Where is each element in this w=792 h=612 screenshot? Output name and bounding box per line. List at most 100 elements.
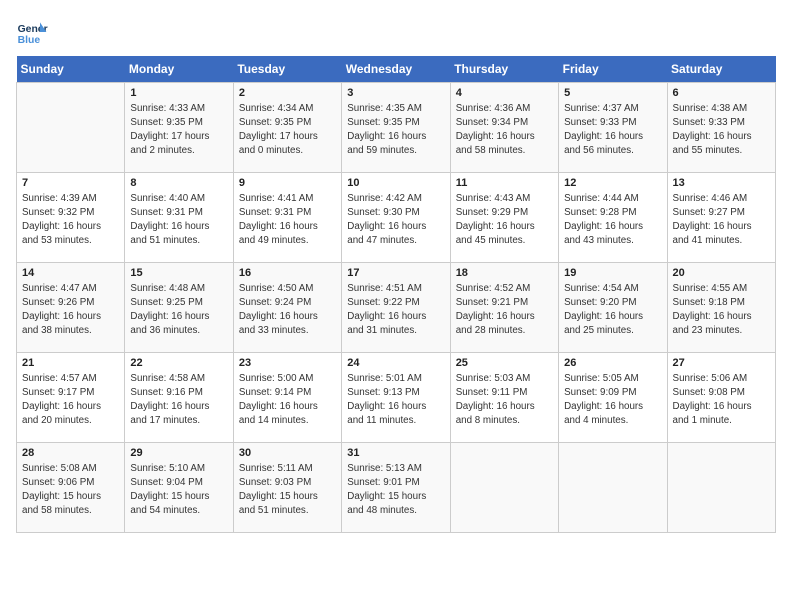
cell-content: 27Sunrise: 5:06 AMSunset: 9:08 PMDayligh…: [673, 357, 770, 427]
calendar-cell: 31Sunrise: 5:13 AMSunset: 9:01 PMDayligh…: [342, 443, 450, 533]
cell-content: 17Sunrise: 4:51 AMSunset: 9:22 PMDayligh…: [347, 267, 444, 337]
calendar-cell: 15Sunrise: 4:48 AMSunset: 9:25 PMDayligh…: [125, 263, 233, 353]
calendar-cell: 29Sunrise: 5:10 AMSunset: 9:04 PMDayligh…: [125, 443, 233, 533]
sunrise-text: Sunrise: 4:44 AM: [564, 192, 661, 205]
day-number: 31: [347, 447, 444, 459]
calendar-cell: 20Sunrise: 4:55 AMSunset: 9:18 PMDayligh…: [667, 263, 775, 353]
cell-content: 20Sunrise: 4:55 AMSunset: 9:18 PMDayligh…: [673, 267, 770, 337]
daylight-text: Daylight: 15 hours and 58 minutes.: [22, 490, 119, 516]
sunset-text: Sunset: 9:33 PM: [564, 116, 661, 129]
sunrise-text: Sunrise: 4:39 AM: [22, 192, 119, 205]
sunset-text: Sunset: 9:25 PM: [130, 296, 227, 309]
cell-content: 28Sunrise: 5:08 AMSunset: 9:06 PMDayligh…: [22, 447, 119, 517]
day-number: 28: [22, 447, 119, 459]
day-header-saturday: Saturday: [667, 56, 775, 83]
sunset-text: Sunset: 9:21 PM: [456, 296, 553, 309]
day-number: 5: [564, 87, 661, 99]
day-number: 29: [130, 447, 227, 459]
daylight-text: Daylight: 16 hours and 25 minutes.: [564, 310, 661, 336]
sunrise-text: Sunrise: 4:34 AM: [239, 102, 336, 115]
calendar-cell: 26Sunrise: 5:05 AMSunset: 9:09 PMDayligh…: [559, 353, 667, 443]
calendar-cell: 6Sunrise: 4:38 AMSunset: 9:33 PMDaylight…: [667, 83, 775, 173]
day-header-friday: Friday: [559, 56, 667, 83]
sunset-text: Sunset: 9:09 PM: [564, 386, 661, 399]
daylight-text: Daylight: 16 hours and 28 minutes.: [456, 310, 553, 336]
day-number: 30: [239, 447, 336, 459]
day-header-monday: Monday: [125, 56, 233, 83]
daylight-text: Daylight: 16 hours and 11 minutes.: [347, 400, 444, 426]
day-number: 18: [456, 267, 553, 279]
calendar-cell: [17, 83, 125, 173]
calendar-cell: 23Sunrise: 5:00 AMSunset: 9:14 PMDayligh…: [233, 353, 341, 443]
sunset-text: Sunset: 9:17 PM: [22, 386, 119, 399]
daylight-text: Daylight: 16 hours and 56 minutes.: [564, 130, 661, 156]
sunrise-text: Sunrise: 4:41 AM: [239, 192, 336, 205]
sunset-text: Sunset: 9:35 PM: [130, 116, 227, 129]
calendar-cell: 14Sunrise: 4:47 AMSunset: 9:26 PMDayligh…: [17, 263, 125, 353]
cell-content: 2Sunrise: 4:34 AMSunset: 9:35 PMDaylight…: [239, 87, 336, 157]
day-number: 20: [673, 267, 770, 279]
sunrise-text: Sunrise: 5:05 AM: [564, 372, 661, 385]
calendar-cell: 25Sunrise: 5:03 AMSunset: 9:11 PMDayligh…: [450, 353, 558, 443]
sunset-text: Sunset: 9:31 PM: [130, 206, 227, 219]
cell-content: 7Sunrise: 4:39 AMSunset: 9:32 PMDaylight…: [22, 177, 119, 247]
calendar-cell: 7Sunrise: 4:39 AMSunset: 9:32 PMDaylight…: [17, 173, 125, 263]
sunset-text: Sunset: 9:30 PM: [347, 206, 444, 219]
calendar-cell: 21Sunrise: 4:57 AMSunset: 9:17 PMDayligh…: [17, 353, 125, 443]
daylight-text: Daylight: 16 hours and 58 minutes.: [456, 130, 553, 156]
day-number: 15: [130, 267, 227, 279]
sunset-text: Sunset: 9:28 PM: [564, 206, 661, 219]
daylight-text: Daylight: 16 hours and 45 minutes.: [456, 220, 553, 246]
sunset-text: Sunset: 9:11 PM: [456, 386, 553, 399]
cell-content: 26Sunrise: 5:05 AMSunset: 9:09 PMDayligh…: [564, 357, 661, 427]
calendar-cell: [667, 443, 775, 533]
day-number: 27: [673, 357, 770, 369]
daylight-text: Daylight: 16 hours and 49 minutes.: [239, 220, 336, 246]
sunset-text: Sunset: 9:04 PM: [130, 476, 227, 489]
sunset-text: Sunset: 9:34 PM: [456, 116, 553, 129]
daylight-text: Daylight: 16 hours and 47 minutes.: [347, 220, 444, 246]
calendar-week-5: 28Sunrise: 5:08 AMSunset: 9:06 PMDayligh…: [17, 443, 776, 533]
daylight-text: Daylight: 16 hours and 41 minutes.: [673, 220, 770, 246]
calendar-cell: [559, 443, 667, 533]
cell-content: 11Sunrise: 4:43 AMSunset: 9:29 PMDayligh…: [456, 177, 553, 247]
day-number: 6: [673, 87, 770, 99]
sunset-text: Sunset: 9:22 PM: [347, 296, 444, 309]
sunrise-text: Sunrise: 5:11 AM: [239, 462, 336, 475]
daylight-text: Daylight: 16 hours and 1 minute.: [673, 400, 770, 426]
sunset-text: Sunset: 9:35 PM: [239, 116, 336, 129]
sunrise-text: Sunrise: 4:35 AM: [347, 102, 444, 115]
daylight-text: Daylight: 16 hours and 59 minutes.: [347, 130, 444, 156]
sunset-text: Sunset: 9:20 PM: [564, 296, 661, 309]
calendar-cell: 18Sunrise: 4:52 AMSunset: 9:21 PMDayligh…: [450, 263, 558, 353]
daylight-text: Daylight: 16 hours and 20 minutes.: [22, 400, 119, 426]
sunrise-text: Sunrise: 4:42 AM: [347, 192, 444, 205]
sunset-text: Sunset: 9:27 PM: [673, 206, 770, 219]
day-number: 8: [130, 177, 227, 189]
sunrise-text: Sunrise: 4:57 AM: [22, 372, 119, 385]
day-number: 22: [130, 357, 227, 369]
daylight-text: Daylight: 16 hours and 4 minutes.: [564, 400, 661, 426]
cell-content: 12Sunrise: 4:44 AMSunset: 9:28 PMDayligh…: [564, 177, 661, 247]
sunrise-text: Sunrise: 4:46 AM: [673, 192, 770, 205]
sunset-text: Sunset: 9:13 PM: [347, 386, 444, 399]
daylight-text: Daylight: 16 hours and 31 minutes.: [347, 310, 444, 336]
calendar-header-row: SundayMondayTuesdayWednesdayThursdayFrid…: [17, 56, 776, 83]
day-number: 9: [239, 177, 336, 189]
daylight-text: Daylight: 16 hours and 8 minutes.: [456, 400, 553, 426]
daylight-text: Daylight: 16 hours and 17 minutes.: [130, 400, 227, 426]
calendar-cell: 12Sunrise: 4:44 AMSunset: 9:28 PMDayligh…: [559, 173, 667, 263]
sunset-text: Sunset: 9:08 PM: [673, 386, 770, 399]
logo-icon: General Blue: [16, 16, 48, 48]
calendar-cell: 4Sunrise: 4:36 AMSunset: 9:34 PMDaylight…: [450, 83, 558, 173]
sunset-text: Sunset: 9:03 PM: [239, 476, 336, 489]
cell-content: 23Sunrise: 5:00 AMSunset: 9:14 PMDayligh…: [239, 357, 336, 427]
day-number: 2: [239, 87, 336, 99]
sunset-text: Sunset: 9:16 PM: [130, 386, 227, 399]
cell-content: 30Sunrise: 5:11 AMSunset: 9:03 PMDayligh…: [239, 447, 336, 517]
calendar-cell: 16Sunrise: 4:50 AMSunset: 9:24 PMDayligh…: [233, 263, 341, 353]
svg-text:Blue: Blue: [18, 35, 41, 46]
calendar-week-2: 7Sunrise: 4:39 AMSunset: 9:32 PMDaylight…: [17, 173, 776, 263]
sunrise-text: Sunrise: 4:48 AM: [130, 282, 227, 295]
sunset-text: Sunset: 9:01 PM: [347, 476, 444, 489]
